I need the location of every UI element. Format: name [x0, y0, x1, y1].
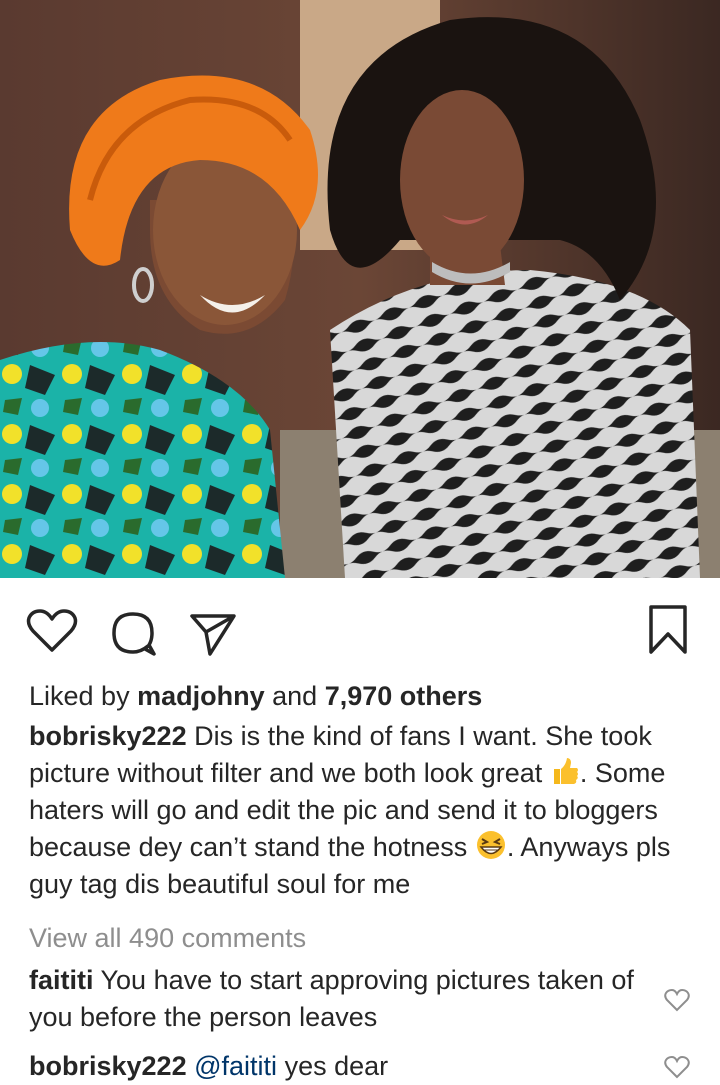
- grinning-squinting-emoji: [476, 831, 505, 859]
- share-icon[interactable]: [188, 608, 238, 658]
- thumbs-up-emoji: [553, 758, 578, 784]
- comment-text: You have to start approving pictures tak…: [29, 965, 634, 1032]
- likes-middle: and: [272, 681, 318, 711]
- caption-username[interactable]: bobrisky222: [29, 721, 187, 751]
- comment-like-icon[interactable]: [664, 1056, 690, 1080]
- likes-summary[interactable]: Liked by madjohny and 7,970 others: [29, 678, 482, 714]
- comment-mention[interactable]: @faititi: [194, 1051, 277, 1081]
- post-image: [0, 0, 720, 578]
- view-all-comments-link[interactable]: View all 490 comments: [29, 920, 306, 956]
- comment-like-icon[interactable]: [664, 989, 690, 1013]
- bookmark-icon[interactable]: [646, 604, 690, 656]
- liked-by-user[interactable]: madjohny: [137, 681, 265, 711]
- comment-item: bobrisky222 @faititi yes dear: [29, 1048, 649, 1085]
- post-photo[interactable]: [0, 0, 720, 578]
- comment-icon[interactable]: [108, 608, 158, 658]
- likes-prefix: Liked by: [29, 681, 130, 711]
- comment-username[interactable]: faititi: [29, 965, 94, 995]
- comment-username[interactable]: bobrisky222: [29, 1051, 187, 1081]
- comment-text: yes dear: [284, 1051, 389, 1081]
- post-caption: bobrisky222 Dis is the kind of fans I wa…: [29, 718, 689, 903]
- likes-count[interactable]: 7,970 others: [325, 681, 483, 711]
- comment-item: faititi You have to start approving pict…: [29, 962, 649, 1036]
- heart-icon[interactable]: [26, 608, 78, 654]
